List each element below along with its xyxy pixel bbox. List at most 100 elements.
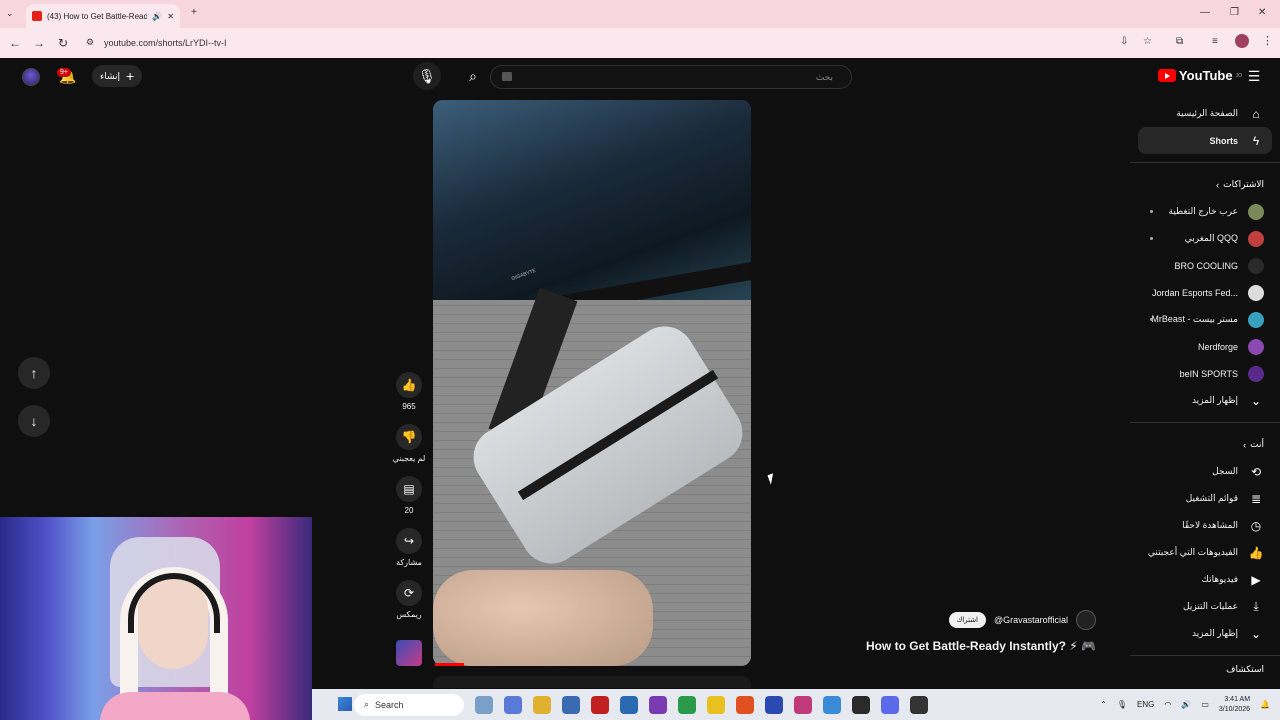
account-avatar[interactable] — [22, 68, 40, 86]
sidebar-you-item[interactable]: قوائم التشغيل ≣ — [1130, 485, 1280, 512]
channel-avatar — [1248, 311, 1264, 328]
windows-taskbar: ⌕ Search ⌃ 🎙 ENG ◠ 🔊 ▭ 3:41 AM 3/10/2026… — [312, 689, 1280, 720]
microphone-icon[interactable]: 🎙 — [1117, 700, 1127, 709]
previous-short-button[interactable]: ↑ — [18, 357, 50, 389]
language-indicator[interactable]: ENG — [1137, 700, 1154, 709]
subscriptions-heading[interactable]: ‹ الاشتراكات — [1130, 171, 1280, 198]
search-icon[interactable]: ⌕ — [459, 62, 487, 90]
taskbar-search[interactable]: ⌕ Search — [354, 693, 464, 716]
forward-button[interactable]: → — [27, 31, 51, 55]
site-info-icon[interactable]: ⚙ — [86, 37, 94, 48]
minimize-button[interactable]: — — [1200, 7, 1210, 18]
comment-action[interactable]: ▤ 20 — [396, 476, 422, 515]
extensions-icon[interactable]: ⧉ — [1176, 36, 1183, 47]
url-field[interactable]: ⚙ youtube.com/shorts/LrYDI--tv-I — [80, 32, 1120, 54]
like-icon[interactable]: 👍 — [396, 372, 422, 398]
sidebar-subscription-item[interactable]: BRO COOLING — [1130, 252, 1280, 279]
wifi-icon[interactable]: ◠ — [1164, 700, 1171, 709]
volume-icon[interactable]: 🔊 — [1181, 700, 1191, 709]
sidebar-item-label: المشاهدة لاحقًا — [1182, 520, 1238, 530]
channel-name[interactable]: @Gravastarofficial — [994, 615, 1068, 625]
show-more-subscriptions[interactable]: إظهار المزيد ⌄ — [1130, 387, 1280, 414]
media-control-icon[interactable]: ≡ — [1212, 36, 1218, 47]
sidebar-subscription-item[interactable]: عرب خارج التغطية — [1130, 198, 1280, 225]
close-window-button[interactable]: ✕ — [1258, 7, 1266, 18]
menu-icon[interactable]: ☰ — [1240, 62, 1268, 90]
sidebar-subscription-item[interactable]: beIN SPORTS — [1130, 360, 1280, 387]
sidebar-item-label: فيديوهاتك — [1201, 574, 1238, 584]
restore-button[interactable]: ❐ — [1230, 7, 1239, 18]
you-heading[interactable]: ‹ أنت — [1130, 431, 1280, 458]
dislike-icon[interactable]: 👎 — [396, 424, 422, 450]
taskbar-app-icon[interactable] — [591, 695, 609, 714]
sidebar-you-item[interactable]: عمليات التنزيل ⤓ — [1130, 593, 1280, 620]
reload-button[interactable]: ↻ — [51, 31, 75, 55]
taskbar-app-icon[interactable] — [533, 695, 551, 714]
create-button[interactable]: إنشاء + — [92, 65, 143, 87]
remix-icon[interactable]: ⟳ — [396, 580, 422, 606]
profile-avatar[interactable] — [1235, 34, 1249, 48]
youtube-logo[interactable]: YouTube JO — [1157, 68, 1242, 83]
taskbar-app-icon[interactable] — [678, 695, 696, 714]
taskbar-app-icon[interactable] — [649, 695, 667, 714]
close-tab-icon[interactable]: ✕ — [167, 12, 174, 21]
short-title[interactable]: How to Get Battle-Ready Instantly? ⚡ 🎮 — [866, 639, 1096, 653]
sidebar-subscription-item[interactable]: المغربي QQQ — [1130, 225, 1280, 252]
taskbar-app-icon[interactable] — [823, 695, 841, 714]
notification-center-icon[interactable]: 🔔 — [1260, 700, 1270, 709]
sidebar-item-home[interactable]: الصفحة الرئيسية ⌂ — [1130, 100, 1280, 127]
clock-date: 3/10/2026 — [1218, 705, 1251, 713]
remix-action[interactable]: ⟳ ريمكس — [396, 580, 422, 619]
share-icon[interactable]: ↪ — [396, 528, 422, 554]
taskbar-app-icon[interactable] — [562, 695, 580, 714]
browser-tab[interactable]: (43) How to Get Battle-Ready 🔊 ✕ — [26, 4, 180, 28]
battery-icon[interactable]: ▭ — [1201, 700, 1209, 709]
taskbar-app-icon[interactable] — [881, 695, 899, 714]
taskbar-app-icon[interactable] — [620, 695, 638, 714]
taskbar-app-icon[interactable] — [852, 695, 870, 714]
new-tab-button[interactable]: + — [191, 7, 197, 18]
subscribe-button[interactable]: اشتراك — [948, 612, 986, 628]
keyboard-icon[interactable] — [502, 72, 512, 81]
sidebar-you-item[interactable]: المشاهدة لاحقًا ◷ — [1130, 512, 1280, 539]
dislike-action[interactable]: 👎 لم يعجبني — [393, 424, 425, 463]
sidebar-you-item[interactable]: السجل ⟲ — [1130, 458, 1280, 485]
sidebar-you-item[interactable]: فيديوهاتك ▶ — [1130, 566, 1280, 593]
comment-icon[interactable]: ▤ — [396, 476, 422, 502]
taskbar-app-icon[interactable] — [794, 695, 812, 714]
short-video-player[interactable]: GIGABYTE — [433, 100, 751, 666]
taskbar-app-icon[interactable] — [765, 695, 783, 714]
sidebar-you-item[interactable]: الفيديوهات التي أعجبتني 👍 — [1130, 539, 1280, 566]
voice-search-icon[interactable]: 🎙 — [413, 62, 441, 90]
chevron-left-icon: ‹ — [1243, 439, 1247, 450]
sidebar-subscription-item[interactable]: Nerdforge — [1130, 333, 1280, 360]
like-action[interactable]: 👍 965 — [396, 372, 422, 411]
mouse-cursor — [767, 473, 777, 485]
taskbar-app-icon[interactable] — [910, 695, 928, 714]
install-app-icon[interactable]: ⇩ — [1120, 36, 1128, 47]
bookmark-star-icon[interactable]: ☆ — [1143, 36, 1152, 47]
video-progress-bar[interactable] — [435, 663, 464, 666]
browser-menu-icon[interactable]: ⋮ — [1262, 34, 1273, 47]
tray-chevron-icon[interactable]: ⌃ — [1100, 700, 1107, 709]
divider — [1130, 655, 1280, 656]
windows-start-icon[interactable] — [338, 697, 352, 711]
search-input[interactable]: بحث — [490, 65, 852, 89]
show-more-you[interactable]: إظهار المزيد ⌄ — [1130, 620, 1280, 647]
taskbar-app-icon[interactable] — [736, 695, 754, 714]
taskbar-app-icon[interactable] — [475, 695, 493, 714]
next-short-button[interactable]: ↓ — [18, 405, 50, 437]
speaker-icon[interactable]: 🔊 — [152, 12, 162, 21]
taskbar-app-icon[interactable] — [504, 695, 522, 714]
live-indicator — [1150, 210, 1153, 213]
sound-thumbnail[interactable] — [396, 640, 422, 666]
sidebar-subscription-item[interactable]: Jordan Esports Fed... — [1130, 279, 1280, 306]
taskbar-app-icon[interactable] — [707, 695, 725, 714]
tab-list-icon[interactable]: ⌄ — [6, 8, 14, 19]
sidebar-item-shorts[interactable]: Shorts ϟ — [1138, 127, 1272, 154]
sidebar-subscription-item[interactable]: MrBeast - مستر بيست — [1130, 306, 1280, 333]
clock[interactable]: 3:41 AM 3/10/2026 — [1219, 695, 1250, 715]
back-button[interactable]: ← — [3, 31, 27, 55]
channel-avatar[interactable] — [1076, 610, 1096, 630]
share-action[interactable]: ↪ مشاركة — [396, 528, 422, 567]
